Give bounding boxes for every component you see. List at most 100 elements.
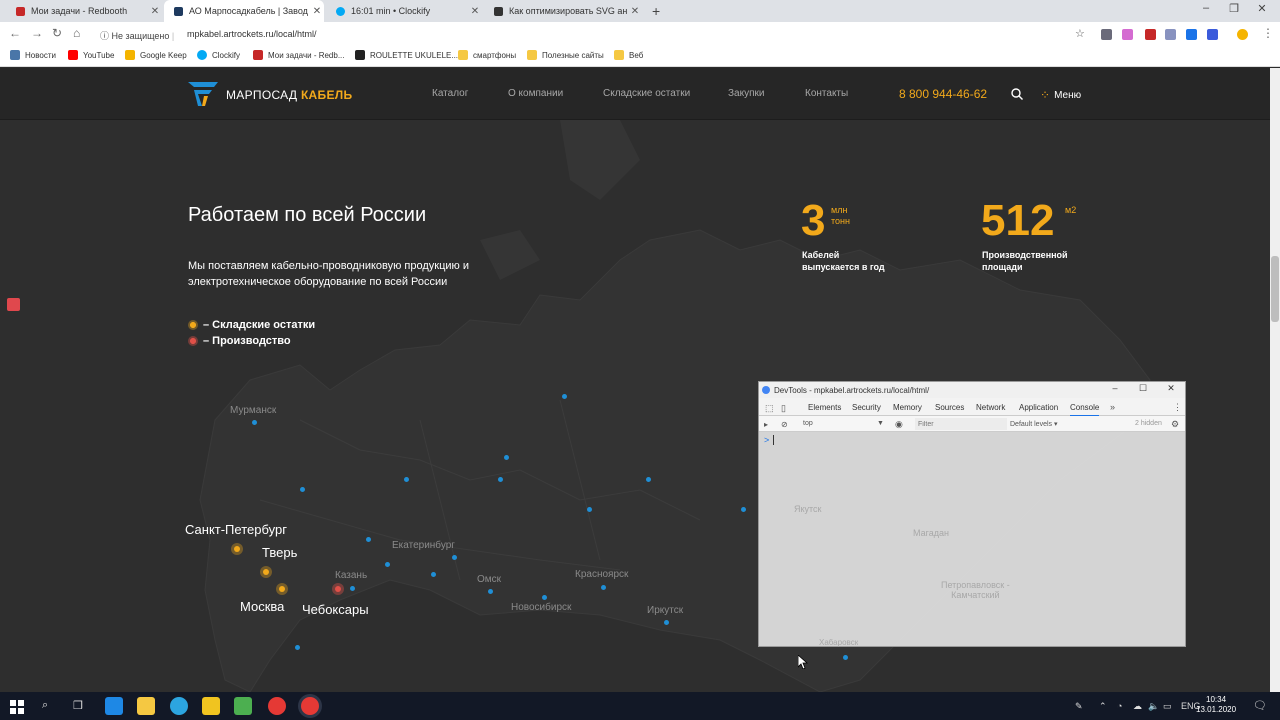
nav-stock[interactable]: Складские остатки [603,88,690,99]
map-dot [350,586,355,591]
close-tab-icon[interactable]: ✕ [628,6,642,17]
menu-button[interactable]: ⁘ Меню [1040,88,1081,102]
bookmark-item[interactable]: Clockify [197,50,240,60]
city-label: Чебоксары [302,602,369,617]
more-tabs-icon[interactable]: » [1110,402,1115,412]
inspect-element-icon[interactable]: ⬚ [765,403,774,414]
device-toolbar-icon[interactable]: ▯ [781,403,786,414]
network-icon[interactable]: ◔ [1117,701,1122,711]
bookmark-item[interactable]: ROULETTE UKULELE... [355,50,458,60]
log-levels-dropdown[interactable]: Default levels ▾ [1010,420,1058,428]
bookmark-item[interactable]: Новости [10,50,56,60]
onedrive-icon[interactable]: ☁ [1133,701,1142,712]
context-dropdown-icon[interactable]: ▼ [877,420,884,427]
phone-link[interactable]: 8 800 944-46-62 [899,87,987,101]
translate-extension-icon[interactable] [1186,29,1197,40]
devtools-tab-elements[interactable]: Elements [808,403,841,412]
browser-tab[interactable]: Мои задачи - Redbooth ✕ [6,0,162,22]
brand-logo-icon[interactable] [188,82,218,106]
profile-avatar-icon[interactable] [1237,29,1248,40]
console-prompt[interactable]: > [764,435,769,445]
stock-pin[interactable] [231,543,243,555]
windows-start-icon[interactable] [10,700,24,714]
security-indicator[interactable]: ⓘ Не защищено | [100,29,174,42]
url-field[interactable]: mpkabel.artrockets.ru/local/html/ [187,29,317,39]
close-window-icon[interactable]: ✕ [1252,2,1272,15]
devtools-menu-icon[interactable]: ⋮ [1173,402,1182,413]
console-filter-input[interactable] [915,418,1007,430]
forward-icon[interactable]: → [31,26,43,40]
volume-icon[interactable]: 🔈 [1148,701,1159,712]
page-scrollbar[interactable] [1270,68,1280,692]
devtools-close-icon[interactable]: ✕ [1163,383,1179,394]
bookmark-item[interactable]: Google Keep [125,50,187,60]
nav-catalog[interactable]: Каталог [432,88,468,99]
close-tab-icon[interactable]: ✕ [310,6,324,17]
new-tab-button[interactable]: + [652,3,660,19]
back-icon[interactable]: ← [9,26,21,40]
restore-window-icon[interactable]: ❐ [1224,2,1244,15]
stock-pin[interactable] [276,583,288,595]
close-tab-icon[interactable]: ✕ [468,6,482,17]
bookmark-folder[interactable]: Полезные сайты [527,50,604,60]
reload-icon[interactable]: ↻ [52,26,62,40]
tray-chevron-icon[interactable]: ⌃ [1099,701,1107,712]
production-pin[interactable] [332,583,344,595]
devtools-tab-network[interactable]: Network [976,403,1005,412]
browser-tab[interactable]: Как оптимизировать SVG анима✕ [484,0,642,22]
nav-purchases[interactable]: Закупки [728,88,764,99]
brand-name[interactable]: МАРПОСАД КАБЕЛЬ [226,88,352,102]
devtools-maximize-icon[interactable]: ☐ [1135,383,1151,394]
notifications-icon[interactable]: 🗨 [1253,699,1267,712]
extension-icon[interactable] [1101,29,1112,40]
extension-icon[interactable] [1207,29,1218,40]
bookmark-item[interactable]: Мои задачи - Redb... [253,50,345,60]
devtools-tab-sources[interactable]: Sources [935,403,964,412]
browser-menu-icon[interactable]: ⋮ [1262,26,1274,40]
map-dot [300,487,305,492]
live-expression-eye-icon[interactable]: ◉ [895,419,903,430]
app-icon[interactable] [234,697,252,715]
context-selector[interactable]: top [803,420,813,427]
devtools-minimize-icon[interactable]: – [1107,383,1123,393]
map-dot [587,507,592,512]
system-clock[interactable]: 10:34 13.01.2020 [1196,695,1236,715]
pen-icon[interactable]: ✎ [1075,701,1083,712]
console-settings-icon[interactable]: ⚙ [1171,419,1179,430]
nav-contacts[interactable]: Контакты [805,88,848,99]
file-explorer-icon[interactable] [137,697,155,715]
chrome-icon[interactable] [268,697,286,715]
bookmark-star-icon[interactable]: ☆ [1075,27,1085,40]
clear-console-icon[interactable]: ⊘ [781,420,788,429]
telegram-icon[interactable] [170,697,188,715]
minimize-window-icon[interactable]: – [1196,2,1216,14]
php-extension-icon[interactable] [1165,29,1176,40]
devtools-tab-console[interactable]: Console [1070,403,1100,417]
devtools-tab-security[interactable]: Security [852,403,881,412]
bookmark-folder[interactable]: Веб [614,50,643,60]
bookmark-folder[interactable]: смартфоны [458,50,516,60]
console-sidebar-icon[interactable]: ▸ [764,420,768,429]
vscode-icon[interactable] [105,697,123,715]
chrome-active-icon[interactable] [301,697,319,715]
task-view-icon[interactable]: ❒ [73,699,83,712]
side-widget-button[interactable] [7,298,20,311]
close-tab-icon[interactable]: ✕ [148,6,162,17]
devtools-tab-memory[interactable]: Memory [893,403,922,412]
folder-app-icon[interactable] [202,697,220,715]
extension-icon[interactable] [1122,29,1133,40]
browser-tab-active[interactable]: АО Марпосадкабель | Завод пр ✕ [164,0,324,22]
bookmark-item[interactable]: YouTube [68,50,114,60]
battery-icon[interactable]: ▭ [1163,701,1172,712]
browser-tab[interactable]: 16:01 min • Clockify ✕ [326,0,482,22]
nav-about[interactable]: О компании [508,88,563,99]
search-icon[interactable] [1011,88,1023,100]
devtools-tab-application[interactable]: Application [1019,403,1058,412]
stat-cables-label: Кабелей выпускается в год [802,250,885,272]
search-icon[interactable]: ⌕ [42,699,48,712]
stock-pin[interactable] [260,566,272,578]
city-label: Красноярск [575,569,629,580]
scrollbar-thumb[interactable] [1271,256,1279,322]
extension-icon[interactable] [1145,29,1156,40]
home-icon[interactable]: ⌂ [73,26,80,40]
